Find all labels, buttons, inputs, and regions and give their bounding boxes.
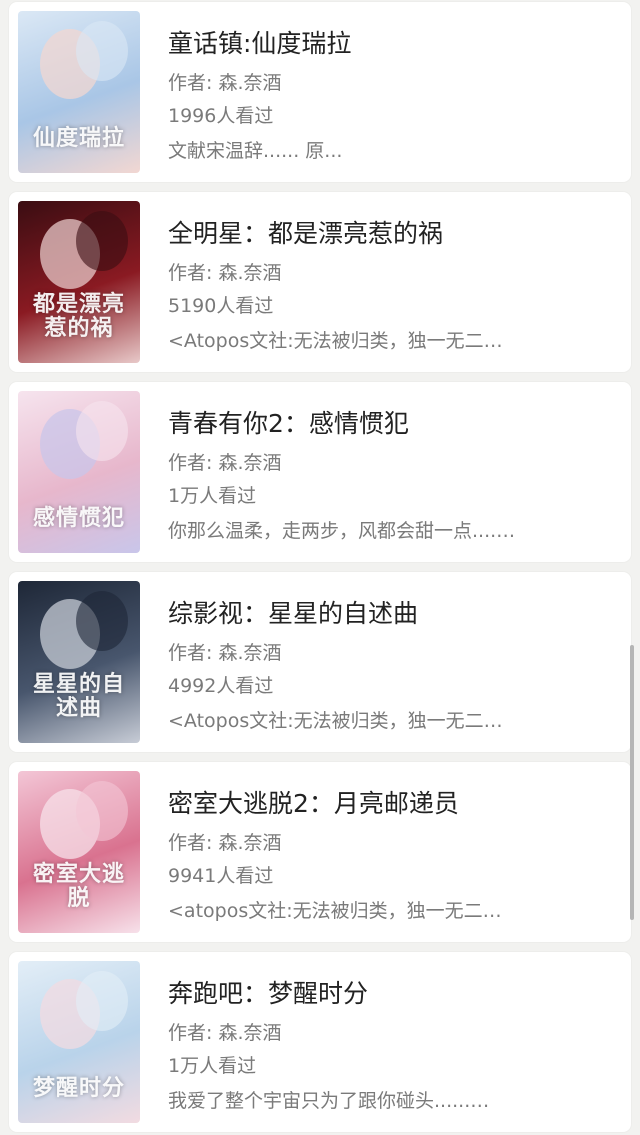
book-title[interactable]: 综影视：星星的自述曲 xyxy=(168,594,418,630)
book-view-count: 4992人看过 xyxy=(168,675,274,697)
author-prefix: 作者: xyxy=(168,1022,213,1044)
book-view-count: 1996人看过 xyxy=(168,105,274,127)
book-author: 作者: 森.奈酒 xyxy=(168,258,282,285)
cover-figure xyxy=(76,591,128,651)
book-title[interactable]: 全明星：都是漂亮惹的祸 xyxy=(168,214,443,250)
scrollbar[interactable] xyxy=(630,645,634,920)
author-name: 森.奈酒 xyxy=(218,452,282,474)
book-card[interactable]: 密室大逃脱 密室大逃脱2：月亮邮递员作者: 森.奈酒 9941人看过 <atopos文… xyxy=(9,762,631,942)
author-prefix: 作者: xyxy=(168,72,213,94)
cover-figure xyxy=(76,21,128,81)
book-description: 文献宋温辞...... 原... xyxy=(168,140,343,162)
book-description: <Atopos文社:无法被归类，独一无二… xyxy=(168,710,503,732)
book-cover-image[interactable]: 密室大逃脱 xyxy=(18,771,140,933)
book-view-count: 1万人看过 xyxy=(168,485,257,507)
book-author: 作者: 森.奈酒 xyxy=(168,68,282,95)
cover-title-art: 都是漂亮惹的祸 xyxy=(32,292,125,341)
book-author: 作者: 森.奈酒 xyxy=(168,638,282,665)
book-description: <atopos文社:无法被归类，独一无二… xyxy=(168,900,502,922)
cover-figure xyxy=(76,211,128,271)
book-author: 作者: 森.奈酒 xyxy=(168,828,282,855)
cover-figure xyxy=(76,401,128,461)
book-title[interactable]: 奔跑吧：梦醒时分 xyxy=(168,974,368,1010)
book-author: 作者: 森.奈酒 xyxy=(168,448,282,475)
cover-title-art: 星星的自述曲 xyxy=(32,672,125,721)
book-cover-image[interactable]: 星星的自述曲 xyxy=(18,581,140,743)
book-card[interactable]: 感情惯犯 青春有你2：感情惯犯作者: 森.奈酒 1万人看过你那么温柔，走两步，风都会… xyxy=(9,382,631,562)
book-description: <Atopos文社:无法被归类，独一无二… xyxy=(168,330,503,352)
book-title[interactable]: 童话镇:仙度瑞拉 xyxy=(168,24,351,60)
book-author: 作者: 森.奈酒 xyxy=(168,1018,282,1045)
book-cover-image[interactable]: 感情惯犯 xyxy=(18,391,140,553)
book-description: 你那么温柔，走两步，风都会甜一点....… xyxy=(168,520,516,542)
book-cover-image[interactable]: 梦醒时分 xyxy=(18,961,140,1123)
author-prefix: 作者: xyxy=(168,262,213,284)
book-view-count: 9941人看过 xyxy=(168,865,274,887)
author-name: 森.奈酒 xyxy=(218,72,282,94)
book-view-count: 5190人看过 xyxy=(168,295,274,317)
book-cover-image[interactable]: 仙度瑞拉 xyxy=(18,11,140,173)
book-description: 我爱了整个宇宙只为了跟你碰头......… xyxy=(168,1090,490,1112)
author-name: 森.奈酒 xyxy=(218,832,282,854)
book-title[interactable]: 密室大逃脱2：月亮邮递员 xyxy=(168,784,459,820)
book-view-count: 1万人看过 xyxy=(168,1055,257,1077)
book-card[interactable]: 都是漂亮惹的祸 全明星：都是漂亮惹的祸作者: 森.奈酒 5190人看过 <Atopos… xyxy=(9,192,631,372)
cover-figure xyxy=(76,971,128,1031)
cover-title-art: 密室大逃脱 xyxy=(32,862,125,911)
cover-title-art: 仙度瑞拉 xyxy=(32,126,125,151)
cover-title-art: 感情惯犯 xyxy=(32,506,125,531)
author-prefix: 作者: xyxy=(168,832,213,854)
book-card[interactable]: 星星的自述曲 综影视：星星的自述曲作者: 森.奈酒 4992人看过 <Atopos文社… xyxy=(9,572,631,752)
cover-title-art: 梦醒时分 xyxy=(32,1076,125,1101)
author-prefix: 作者: xyxy=(168,642,213,664)
book-card[interactable]: 仙度瑞拉 童话镇:仙度瑞拉作者: 森.奈酒 1996人看过文献宋温辞...... 原… xyxy=(9,2,631,182)
book-card[interactable]: 梦醒时分 奔跑吧：梦醒时分作者: 森.奈酒 1万人看过我爱了整个宇宙只为了跟你碰头.… xyxy=(9,952,631,1132)
cover-figure xyxy=(76,781,128,841)
book-title[interactable]: 青春有你2：感情惯犯 xyxy=(168,404,409,440)
author-prefix: 作者: xyxy=(168,452,213,474)
author-name: 森.奈酒 xyxy=(218,262,282,284)
book-cover-image[interactable]: 都是漂亮惹的祸 xyxy=(18,201,140,363)
author-name: 森.奈酒 xyxy=(218,642,282,664)
author-name: 森.奈酒 xyxy=(218,1022,282,1044)
